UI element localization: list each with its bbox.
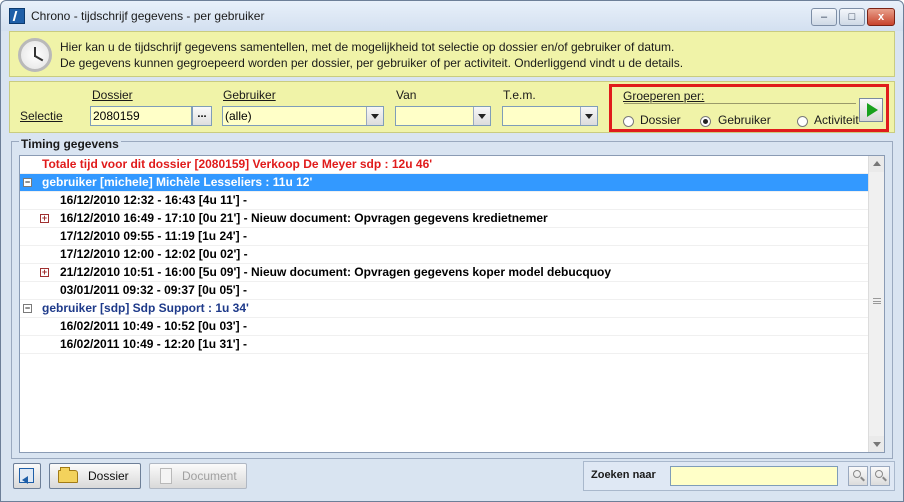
- tree-row-text: Totale tijd voor dit dossier [2080159] V…: [42, 157, 433, 171]
- scroll-grip-icon[interactable]: [873, 298, 881, 304]
- groeperen-label: Groeperen per:: [623, 89, 705, 103]
- vertical-scrollbar[interactable]: [868, 156, 884, 452]
- info-line-2: De gegevens kunnen gegroepeerd worden pe…: [60, 56, 684, 70]
- tree-row[interactable]: 16/02/2011 10:49 - 12:20 [1u 31'] -: [20, 336, 868, 354]
- tree-row[interactable]: 17/12/2010 12:00 - 12:02 [0u 02'] -: [20, 246, 868, 264]
- van-date-select[interactable]: [395, 106, 491, 126]
- groeperen-group: Groeperen per: Dossier Gebruiker Activit…: [609, 84, 889, 132]
- radio-gebruiker-label[interactable]: Gebruiker: [718, 113, 771, 127]
- search-panel: Zoeken naar: [583, 461, 895, 491]
- tree-row[interactable]: 17/12/2010 09:55 - 11:19 [1u 24'] -: [20, 228, 868, 246]
- chevron-down-icon[interactable]: [473, 107, 490, 125]
- radio-dossier-label[interactable]: Dossier: [640, 113, 681, 127]
- search-prev-button[interactable]: [848, 466, 868, 486]
- stopwatch-icon: [18, 38, 52, 72]
- tem-date-select[interactable]: [502, 106, 598, 126]
- tree-row[interactable]: 03/01/2011 09:32 - 09:37 [0u 05'] -: [20, 282, 868, 300]
- tree-row[interactable]: +16/12/2010 16:49 - 17:10 [0u 21'] - Nie…: [20, 210, 868, 228]
- expand-icon[interactable]: +: [40, 268, 49, 277]
- document-icon: [160, 468, 172, 484]
- tree-row-text: 17/12/2010 12:00 - 12:02 [0u 02'] -: [60, 247, 248, 261]
- window-title: Chrono - tijdschrijf gegevens - per gebr…: [31, 9, 265, 23]
- tree-row[interactable]: − gebruiker [michele] Michèle Lesseliers …: [20, 174, 868, 192]
- chevron-down-icon[interactable]: [580, 107, 597, 125]
- gebruiker-label: Gebruiker: [223, 88, 276, 102]
- dossier-browse-button[interactable]: ...: [192, 106, 212, 126]
- search-input[interactable]: [670, 466, 838, 486]
- minimize-button[interactable]: –: [811, 8, 837, 26]
- collapse-icon[interactable]: −: [23, 178, 32, 187]
- gebruiker-select-value: (alle): [225, 109, 252, 123]
- tree-row-text: 16/02/2011 10:49 - 10:52 [0u 03'] -: [60, 319, 247, 333]
- tree-row-text: 16/12/2010 12:32 - 16:43 [4u 11'] -: [60, 193, 247, 207]
- tree-row-text: 03/01/2011 09:32 - 09:37 [0u 05'] -: [60, 283, 247, 297]
- tree-row-text: 16/12/2010 16:49 - 17:10 [0u 21'] - Nieu…: [60, 211, 548, 225]
- main-window: Chrono - tijdschrijf gegevens - per gebr…: [0, 0, 904, 502]
- folder-open-icon: [58, 467, 78, 483]
- dossier-button-label: Dossier: [88, 469, 129, 483]
- tree-row[interactable]: +21/12/2010 10:51 - 16:00 [5u 09'] - Nie…: [20, 264, 868, 282]
- bottom-toolbar: Dossier Document Zoeken naar: [9, 461, 895, 495]
- tem-label: T.e.m.: [503, 88, 536, 102]
- radio-activiteit[interactable]: [797, 116, 808, 127]
- close-button[interactable]: x: [867, 8, 895, 26]
- tree-row-text: gebruiker [sdp] Sdp Support : 1u 34': [42, 301, 249, 315]
- document-button-label: Document: [182, 469, 237, 483]
- dossier-button[interactable]: Dossier: [49, 463, 141, 489]
- magnifier-handle: [882, 476, 887, 482]
- radio-dossier[interactable]: [623, 116, 634, 127]
- tree-row-text: gebruiker [michele] Michèle Lesseliers :…: [42, 175, 313, 189]
- run-play-button[interactable]: [859, 98, 883, 122]
- info-banner: Hier kan u de tijdschrijf gegevens samen…: [9, 31, 895, 77]
- tree-row-text: 16/02/2011 10:49 - 12:20 [1u 31'] -: [60, 337, 247, 351]
- radio-activiteit-label[interactable]: Activiteit: [814, 113, 859, 127]
- radio-gebruiker[interactable]: [700, 116, 711, 127]
- timing-tree[interactable]: Totale tijd voor dit dossier [2080159] V…: [19, 155, 885, 453]
- tree-row[interactable]: Totale tijd voor dit dossier [2080159] V…: [20, 156, 868, 174]
- search-label: Zoeken naar: [591, 469, 656, 481]
- exit-button[interactable]: [13, 463, 41, 489]
- document-button[interactable]: Document: [149, 463, 247, 489]
- dossier-label: Dossier: [92, 88, 133, 102]
- magnifier-handle: [860, 476, 865, 482]
- timing-title: Timing gegevens: [19, 137, 121, 151]
- search-next-button[interactable]: [870, 466, 890, 486]
- tree-row[interactable]: 16/02/2011 10:49 - 10:52 [0u 03'] -: [20, 318, 868, 336]
- tree-row[interactable]: 16/12/2010 12:32 - 16:43 [4u 11'] -: [20, 192, 868, 210]
- chevron-down-icon[interactable]: [366, 107, 383, 125]
- expand-icon[interactable]: +: [40, 214, 49, 223]
- gebruiker-select[interactable]: (alle): [222, 106, 384, 126]
- scroll-down-icon[interactable]: [869, 436, 884, 452]
- collapse-icon[interactable]: −: [23, 304, 32, 313]
- title-bar: Chrono - tijdschrijf gegevens - per gebr…: [1, 1, 903, 31]
- tree-row-text: 21/12/2010 10:51 - 16:00 [5u 09'] - Nieu…: [60, 265, 612, 279]
- tree-row-text: 17/12/2010 09:55 - 11:19 [1u 24'] -: [60, 229, 247, 243]
- info-line-1: Hier kan u de tijdschrijf gegevens samen…: [60, 40, 675, 54]
- van-label: Van: [396, 88, 417, 102]
- group-divider: [624, 103, 856, 104]
- selectie-label: Selectie: [20, 109, 63, 123]
- chrono-app-icon: [9, 8, 25, 24]
- dossier-field[interactable]: 2080159: [90, 106, 192, 126]
- scroll-up-icon[interactable]: [869, 156, 884, 172]
- exit-icon: [19, 468, 34, 484]
- maximize-button[interactable]: □: [839, 8, 865, 26]
- tree-row[interactable]: − gebruiker [sdp] Sdp Support : 1u 34': [20, 300, 868, 318]
